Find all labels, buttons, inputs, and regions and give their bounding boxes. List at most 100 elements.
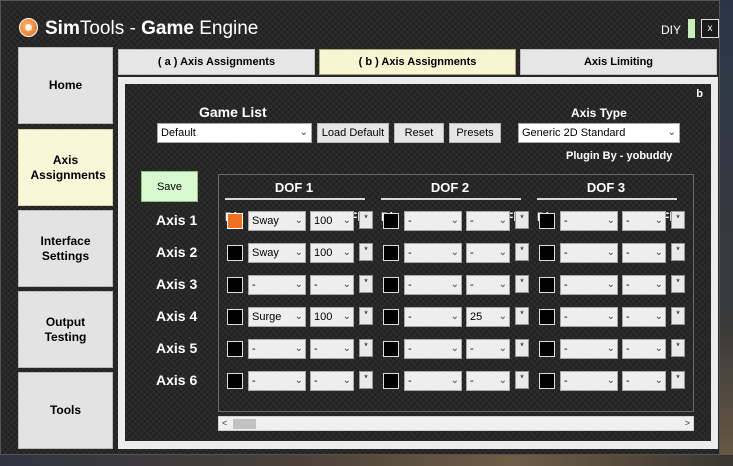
dir-checkbox[interactable] [227, 309, 243, 325]
filter-button[interactable]: * [359, 243, 373, 261]
filter-button[interactable]: * [515, 243, 529, 261]
percent-select[interactable]: - ⌄ [310, 339, 354, 359]
nav-item-axis-assignments[interactable]: Axis Assignments [18, 129, 113, 206]
chevron-down-icon: ⌄ [450, 375, 459, 386]
filter-button[interactable]: * [359, 211, 373, 229]
presets-button[interactable]: Presets [449, 123, 501, 143]
scroll-left-icon[interactable]: < [222, 418, 227, 428]
tab-b-axis-assignments[interactable]: ( b ) Axis Assignments [319, 49, 516, 75]
axis-type-select[interactable]: Generic 2D Standard ⌄ [518, 123, 680, 143]
percent-select[interactable]: 100 ⌄ [310, 243, 354, 263]
force-select[interactable]: Sway ⌄ [248, 243, 306, 263]
dir-checkbox[interactable] [227, 373, 243, 389]
dir-checkbox[interactable] [227, 245, 243, 261]
dir-checkbox[interactable] [227, 341, 243, 357]
force-select[interactable]: - ⌄ [248, 339, 306, 359]
nav-item-interface-settings[interactable]: Interface Settings [18, 210, 113, 287]
filter-button[interactable]: * [671, 211, 685, 229]
force-select[interactable]: - ⌄ [560, 339, 618, 359]
percent-select[interactable]: - ⌄ [622, 307, 666, 327]
percent-value: - [314, 375, 318, 387]
dir-checkbox[interactable] [539, 309, 555, 325]
force-select[interactable]: - ⌄ [248, 371, 306, 391]
close-button[interactable]: x [701, 19, 719, 38]
scroll-right-icon[interactable]: > [685, 418, 690, 428]
force-select[interactable]: - ⌄ [560, 371, 618, 391]
dir-checkbox[interactable] [227, 277, 243, 293]
reset-button[interactable]: Reset [394, 123, 444, 143]
percent-select[interactable]: - ⌄ [622, 211, 666, 231]
dir-checkbox[interactable] [539, 245, 555, 261]
percent-select[interactable]: 25 ⌄ [466, 307, 510, 327]
force-value: - [252, 343, 256, 355]
dir-checkbox[interactable] [383, 213, 399, 229]
force-select[interactable]: - ⌄ [248, 275, 306, 295]
force-select[interactable]: - ⌄ [404, 243, 462, 263]
percent-select[interactable]: - ⌄ [622, 371, 666, 391]
dir-checkbox[interactable] [383, 277, 399, 293]
save-button[interactable]: Save [141, 171, 198, 202]
filter-button[interactable]: * [359, 307, 373, 325]
dir-checkbox[interactable] [539, 277, 555, 293]
force-select[interactable]: - ⌄ [404, 307, 462, 327]
percent-value: - [626, 311, 630, 323]
percent-select[interactable]: - ⌄ [622, 339, 666, 359]
percent-select[interactable]: - ⌄ [310, 371, 354, 391]
dir-checkbox[interactable] [383, 373, 399, 389]
nav-item-home[interactable]: Home [18, 47, 113, 124]
filter-button[interactable]: * [671, 275, 685, 293]
percent-select[interactable]: - ⌄ [310, 275, 354, 295]
filter-button[interactable]: * [359, 275, 373, 293]
force-select[interactable]: - ⌄ [560, 307, 618, 327]
force-select[interactable]: Surge ⌄ [248, 307, 306, 327]
dir-checkbox[interactable] [227, 213, 243, 229]
dir-checkbox[interactable] [383, 341, 399, 357]
percent-select[interactable]: - ⌄ [466, 243, 510, 263]
force-select[interactable]: - ⌄ [560, 211, 618, 231]
filter-button[interactable]: * [515, 211, 529, 229]
diy-indicator[interactable] [688, 19, 695, 38]
horizontal-scrollbar[interactable]: < > [218, 416, 694, 431]
filter-button[interactable]: * [515, 275, 529, 293]
percent-select[interactable]: - ⌄ [466, 211, 510, 231]
force-select[interactable]: Sway ⌄ [248, 211, 306, 231]
dir-checkbox[interactable] [383, 309, 399, 325]
nav-item-tools[interactable]: Tools [18, 372, 113, 449]
percent-select[interactable]: - ⌄ [622, 243, 666, 263]
tab-a-axis-assignments[interactable]: ( a ) Axis Assignments [118, 49, 315, 75]
force-select[interactable]: - ⌄ [404, 275, 462, 295]
force-select[interactable]: - ⌄ [404, 371, 462, 391]
filter-button[interactable]: * [359, 339, 373, 357]
load-default-button[interactable]: Load Default [317, 123, 389, 143]
percent-select[interactable]: 100 ⌄ [310, 307, 354, 327]
percent-select[interactable]: - ⌄ [466, 371, 510, 391]
filter-button[interactable]: * [671, 307, 685, 325]
tab-axis-limiting[interactable]: Axis Limiting [520, 49, 717, 75]
dir-checkbox[interactable] [539, 341, 555, 357]
filter-button[interactable]: * [671, 371, 685, 389]
game-list-select[interactable]: Default ⌄ [157, 123, 312, 143]
filter-button[interactable]: * [515, 307, 529, 325]
dir-checkbox[interactable] [539, 373, 555, 389]
force-select[interactable]: - ⌄ [404, 211, 462, 231]
filter-button[interactable]: * [671, 339, 685, 357]
filter-button[interactable]: * [359, 371, 373, 389]
percent-value: - [470, 279, 474, 291]
percent-select[interactable]: - ⌄ [466, 275, 510, 295]
percent-select[interactable]: 100 ⌄ [310, 211, 354, 231]
force-select[interactable]: - ⌄ [560, 243, 618, 263]
force-select[interactable]: - ⌄ [560, 275, 618, 295]
chevron-down-icon: ⌄ [342, 375, 351, 386]
dir-checkbox[interactable] [539, 213, 555, 229]
nav-item-output-testing[interactable]: Output Testing [18, 291, 113, 368]
scrollbar-thumb[interactable] [233, 419, 256, 429]
filter-button[interactable]: * [671, 243, 685, 261]
chevron-down-icon: ⌄ [654, 215, 663, 226]
filter-button[interactable]: * [515, 371, 529, 389]
percent-select[interactable]: - ⌄ [466, 339, 510, 359]
filter-button[interactable]: * [515, 339, 529, 357]
chevron-down-icon: ⌄ [450, 343, 459, 354]
percent-select[interactable]: - ⌄ [622, 275, 666, 295]
dir-checkbox[interactable] [383, 245, 399, 261]
force-select[interactable]: - ⌄ [404, 339, 462, 359]
